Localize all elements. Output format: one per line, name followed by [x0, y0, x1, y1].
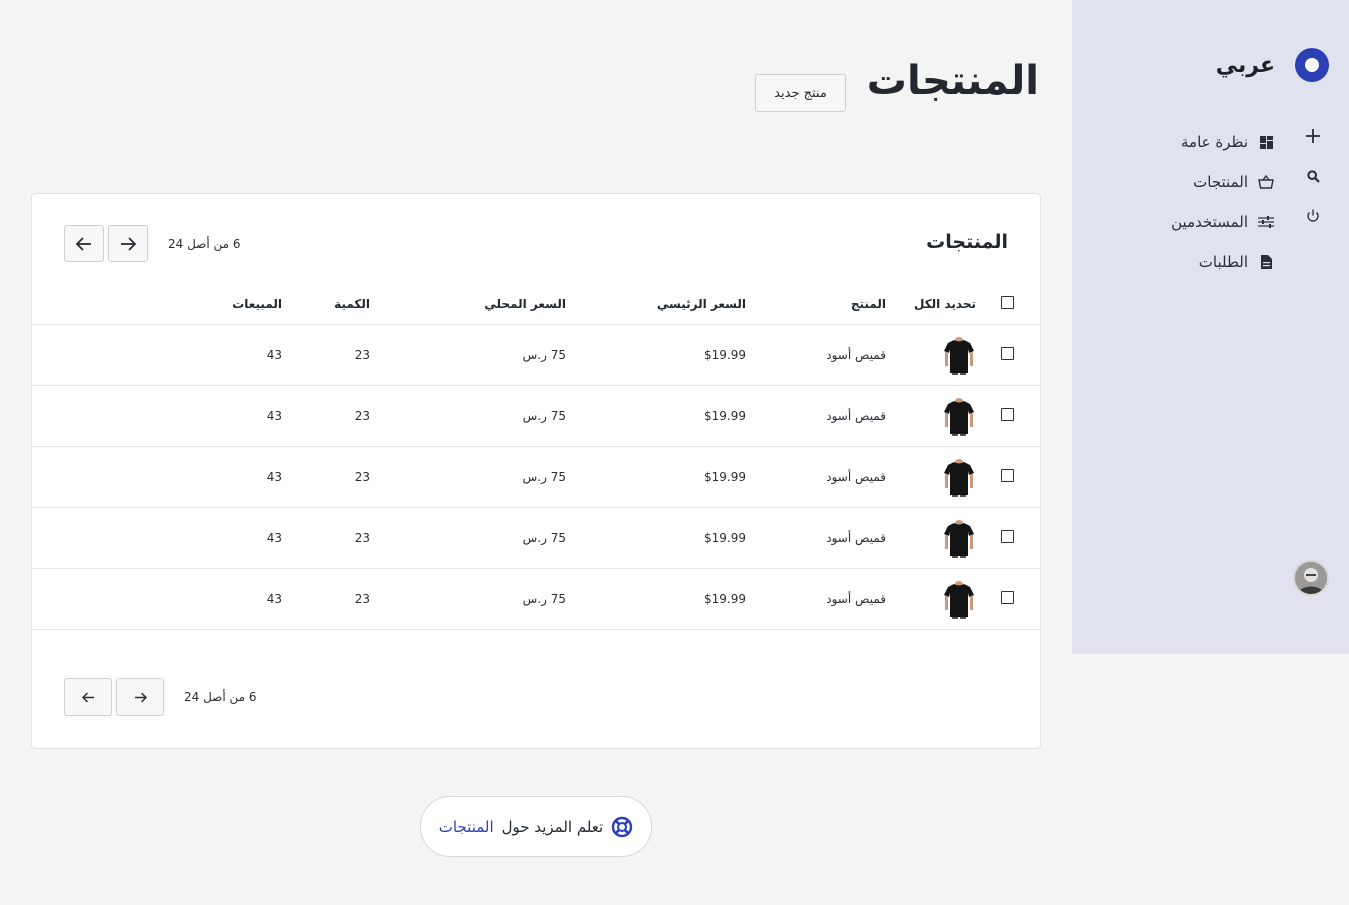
cell-sales: 43 [194, 446, 282, 508]
column-product: المنتج [746, 284, 886, 325]
column-quantity: الكمية [282, 284, 370, 325]
cell-product: قميص أسود [746, 385, 886, 447]
cell-local-price: 75 ر.س [370, 507, 566, 569]
cell-quantity: 23 [282, 568, 370, 630]
learn-more-link[interactable]: المنتجات [439, 818, 494, 836]
cell-sales: 43 [194, 324, 282, 386]
sidebar-item-products[interactable]: المنتجات [1171, 162, 1274, 202]
cell-sales: 43 [194, 507, 282, 569]
column-sales: المبيعات [194, 284, 282, 325]
column-local-price: السعر المحلي [370, 284, 566, 325]
sidebar-item-label: الطلبات [1198, 253, 1248, 271]
cell-local-price: 75 ر.س [370, 446, 566, 508]
cell-local-price: 75 ر.س [370, 385, 566, 447]
product-thumbnail [942, 395, 976, 436]
row-checkbox[interactable] [1001, 407, 1014, 421]
dashboard-icon [1258, 134, 1274, 150]
learn-more-text: تعلم المزيد حول [501, 817, 604, 836]
page-count: 6 من أصل 24 [168, 236, 241, 251]
cell-quantity: 23 [282, 324, 370, 386]
sidebar-actions [1303, 125, 1323, 227]
brand-logo-icon [1295, 48, 1329, 82]
row-checkbox[interactable] [1001, 346, 1014, 360]
product-thumbnail [942, 517, 976, 558]
products-table: تحديد الكل المنتج السعر الرئيسي السعر ال… [32, 284, 1040, 630]
sidebar-nav: نظرة عامة المنتجات المستخدمين الطلبات [1171, 122, 1274, 282]
brand-name: عربي [1215, 52, 1275, 78]
sidebar-item-orders[interactable]: الطلبات [1171, 242, 1274, 282]
cell-local-price: 75 ر.س [370, 568, 566, 630]
table-header-row: تحديد الكل المنتج السعر الرئيسي السعر ال… [32, 284, 1040, 325]
cell-sales: 43 [194, 568, 282, 630]
sidebar: عربي نظرة عامة المنتجات المستخدمين الطلب… [1072, 0, 1349, 654]
sliders-icon [1258, 214, 1274, 230]
cell-quantity: 23 [282, 446, 370, 508]
prev-page-button[interactable] [64, 678, 112, 716]
pagination-top: 6 من أصل 24 [64, 225, 241, 262]
table-row: قميص أسود $19.99 75 ر.س 23 43 [32, 568, 1040, 630]
prev-page-button[interactable] [64, 225, 104, 262]
cell-product: قميص أسود [746, 568, 886, 630]
products-card: المنتجات 6 من أصل 24 تحديد الكل المنتج ا… [31, 193, 1041, 749]
page-title: المنتجات [866, 58, 1039, 104]
product-thumbnail [942, 334, 976, 375]
sidebar-item-users[interactable]: المستخدمين [1171, 202, 1274, 242]
cell-product: قميص أسود [746, 446, 886, 508]
product-thumbnail [942, 578, 976, 619]
table-row: قميص أسود $19.99 75 ر.س 23 43 [32, 385, 1040, 447]
next-page-button[interactable] [108, 225, 148, 262]
table-row: قميص أسود $19.99 75 ر.س 23 43 [32, 446, 1040, 508]
arrow-right-icon [121, 236, 136, 251]
row-checkbox[interactable] [1001, 468, 1014, 482]
learn-more-pill: تعلم المزيد حول المنتجات [420, 796, 652, 857]
sidebar-item-label: المستخدمين [1171, 213, 1248, 231]
pagination-bottom: 6 من أصل 24 [64, 678, 257, 716]
arrow-left-icon [76, 236, 91, 251]
sidebar-item-label: نظرة عامة [1181, 133, 1248, 151]
next-page-button[interactable] [116, 678, 164, 716]
avatar[interactable] [1293, 560, 1329, 596]
table-row: قميص أسود $19.99 75 ر.س 23 43 [32, 507, 1040, 569]
cell-quantity: 23 [282, 507, 370, 569]
product-thumbnail [942, 456, 976, 497]
cell-main-price: $19.99 [566, 568, 746, 630]
cell-product: قميص أسود [746, 507, 886, 569]
column-select-all: تحديد الكل [886, 284, 976, 325]
cell-product: قميص أسود [746, 324, 886, 386]
select-all-checkbox[interactable] [1001, 295, 1014, 309]
lifebuoy-icon [612, 816, 633, 837]
arrow-right-icon [134, 691, 147, 703]
new-product-button[interactable]: منتج جديد [755, 74, 846, 112]
cell-main-price: $19.99 [566, 507, 746, 569]
page-count: 6 من أصل 24 [184, 690, 257, 704]
search-icon[interactable] [1303, 165, 1323, 187]
cell-main-price: $19.99 [566, 324, 746, 386]
power-icon[interactable] [1303, 205, 1323, 227]
table-row: قميص أسود $19.99 75 ر.س 23 43 [32, 324, 1040, 386]
cell-main-price: $19.99 [566, 385, 746, 447]
cell-sales: 43 [194, 385, 282, 447]
document-icon [1258, 254, 1274, 270]
row-checkbox[interactable] [1001, 529, 1014, 543]
sidebar-item-label: المنتجات [1193, 173, 1248, 191]
basket-icon [1258, 174, 1274, 190]
column-main-price: السعر الرئيسي [566, 284, 746, 325]
cell-local-price: 75 ر.س [370, 324, 566, 386]
cell-main-price: $19.99 [566, 446, 746, 508]
arrow-left-icon [81, 691, 94, 703]
plus-icon[interactable] [1303, 125, 1323, 147]
row-checkbox[interactable] [1001, 590, 1014, 604]
brand[interactable]: عربي [1216, 48, 1329, 82]
cell-quantity: 23 [282, 385, 370, 447]
card-title: المنتجات [926, 231, 1008, 253]
sidebar-item-overview[interactable]: نظرة عامة [1171, 122, 1274, 162]
